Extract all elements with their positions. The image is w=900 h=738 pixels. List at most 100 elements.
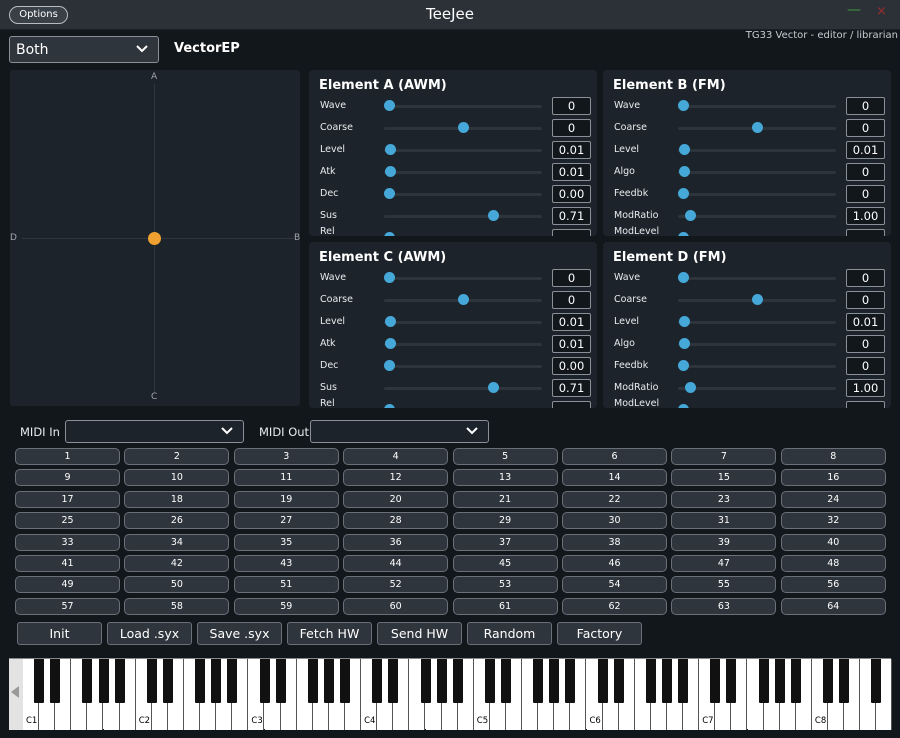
patch-button[interactable]: 29 — [452, 512, 558, 530]
param-slider[interactable] — [678, 193, 836, 196]
black-key[interactable] — [710, 659, 721, 703]
param-value-field[interactable]: 0 — [846, 163, 885, 181]
patch-button[interactable]: 9 — [15, 469, 120, 487]
patch-button[interactable]: 21 — [452, 490, 558, 508]
patch-button[interactable]: 13 — [452, 469, 558, 487]
patch-button[interactable]: 57 — [15, 597, 120, 615]
slider-handle[interactable] — [488, 210, 500, 221]
action-button[interactable]: Random — [467, 622, 552, 645]
param-slider[interactable] — [678, 321, 836, 324]
slider-handle[interactable] — [751, 122, 763, 133]
patch-button[interactable]: 19 — [233, 490, 339, 508]
param-value-field[interactable]: 0 — [846, 119, 885, 137]
patch-button[interactable]: 32 — [780, 512, 886, 530]
param-slider[interactable] — [678, 277, 836, 280]
minimize-icon[interactable]: — — [847, 3, 861, 17]
black-key[interactable] — [323, 659, 334, 703]
patch-button[interactable]: 14 — [562, 469, 667, 487]
black-key[interactable] — [452, 659, 463, 703]
patch-button[interactable]: 4 — [343, 448, 449, 465]
black-key[interactable] — [420, 659, 431, 703]
action-button[interactable]: Init — [17, 622, 102, 645]
patch-button[interactable]: 53 — [452, 576, 558, 594]
param-value-field[interactable] — [846, 401, 885, 408]
black-key[interactable] — [388, 659, 399, 703]
slider-handle[interactable] — [678, 272, 689, 283]
param-value-field[interactable] — [552, 401, 591, 408]
param-slider[interactable] — [384, 343, 542, 346]
black-key[interactable] — [82, 659, 93, 703]
param-value-field[interactable]: 0.71 — [552, 207, 591, 225]
black-key[interactable] — [549, 659, 560, 703]
param-slider[interactable] — [678, 387, 836, 390]
patch-button[interactable]: 38 — [562, 533, 667, 551]
black-key[interactable] — [340, 659, 350, 703]
black-key[interactable] — [678, 659, 689, 703]
black-key[interactable] — [597, 659, 608, 703]
param-slider[interactable] — [678, 149, 836, 152]
slider-handle[interactable] — [679, 316, 691, 327]
patch-button[interactable]: 37 — [452, 533, 558, 551]
param-value-field[interactable] — [846, 229, 885, 236]
param-value-field[interactable]: 0 — [552, 119, 591, 137]
slider-handle[interactable] — [679, 338, 691, 349]
patch-button[interactable]: 35 — [233, 533, 339, 551]
patch-button[interactable]: 30 — [562, 512, 667, 530]
action-button[interactable]: Load .syx — [107, 622, 192, 645]
patch-button[interactable]: 56 — [780, 576, 886, 594]
param-slider[interactable] — [384, 365, 542, 368]
black-key[interactable] — [259, 659, 270, 703]
param-value-field[interactable]: 0 — [552, 269, 591, 287]
param-slider[interactable] — [384, 105, 542, 108]
patch-button[interactable]: 48 — [780, 555, 886, 572]
piano-keyboard[interactable]: C1 C2 C3 C4 C5 C6 C7 C8 — [9, 658, 893, 730]
param-value-field[interactable]: 1.00 — [846, 379, 885, 397]
black-key[interactable] — [790, 659, 801, 703]
black-key[interactable] — [162, 659, 173, 703]
black-key[interactable] — [613, 659, 624, 703]
patch-button[interactable]: 46 — [562, 555, 667, 572]
slider-handle[interactable] — [385, 166, 397, 177]
patch-button[interactable]: 40 — [780, 533, 886, 551]
param-value-field[interactable]: 0.01 — [846, 313, 885, 331]
patch-button[interactable]: 25 — [15, 512, 120, 530]
patch-button[interactable]: 34 — [124, 533, 230, 551]
slider-handle[interactable] — [678, 404, 689, 408]
black-key[interactable] — [726, 659, 737, 703]
slider-handle[interactable] — [678, 100, 689, 111]
patch-button[interactable]: 23 — [671, 490, 777, 508]
patch-button[interactable]: 61 — [452, 597, 558, 615]
patch-button[interactable]: 44 — [343, 555, 449, 572]
midi-in-select[interactable] — [65, 420, 244, 443]
patch-button[interactable]: 42 — [124, 555, 230, 572]
action-button[interactable]: Fetch HW — [287, 622, 372, 645]
black-key[interactable] — [871, 659, 882, 703]
param-value-field[interactable]: 0.00 — [552, 185, 591, 203]
black-key[interactable] — [114, 659, 125, 703]
slider-handle[interactable] — [457, 122, 469, 133]
close-icon[interactable]: × — [876, 4, 888, 19]
patch-button[interactable]: 55 — [671, 576, 777, 594]
patch-button[interactable]: 33 — [15, 533, 120, 551]
patch-button[interactable]: 28 — [343, 512, 449, 530]
patch-button[interactable]: 7 — [671, 448, 777, 465]
black-key[interactable] — [34, 659, 45, 703]
param-slider[interactable] — [384, 171, 542, 174]
black-key[interactable] — [839, 659, 850, 703]
patch-button[interactable]: 26 — [124, 512, 230, 530]
patch-button[interactable]: 45 — [452, 555, 558, 572]
patch-button[interactable]: 24 — [780, 490, 886, 508]
patch-button[interactable]: 64 — [780, 597, 886, 615]
patch-button[interactable]: 47 — [671, 555, 777, 572]
param-value-field[interactable]: 0.71 — [552, 379, 591, 397]
slider-handle[interactable] — [685, 210, 697, 221]
param-slider[interactable] — [384, 277, 542, 280]
black-key[interactable] — [372, 659, 383, 703]
patch-button[interactable]: 27 — [233, 512, 339, 530]
black-key[interactable] — [307, 659, 318, 703]
patch-button[interactable]: 18 — [124, 490, 230, 508]
patch-button[interactable]: 22 — [562, 490, 667, 508]
slider-handle[interactable] — [678, 188, 689, 199]
vector-point-handle[interactable] — [148, 232, 161, 245]
black-key[interactable] — [98, 659, 109, 703]
